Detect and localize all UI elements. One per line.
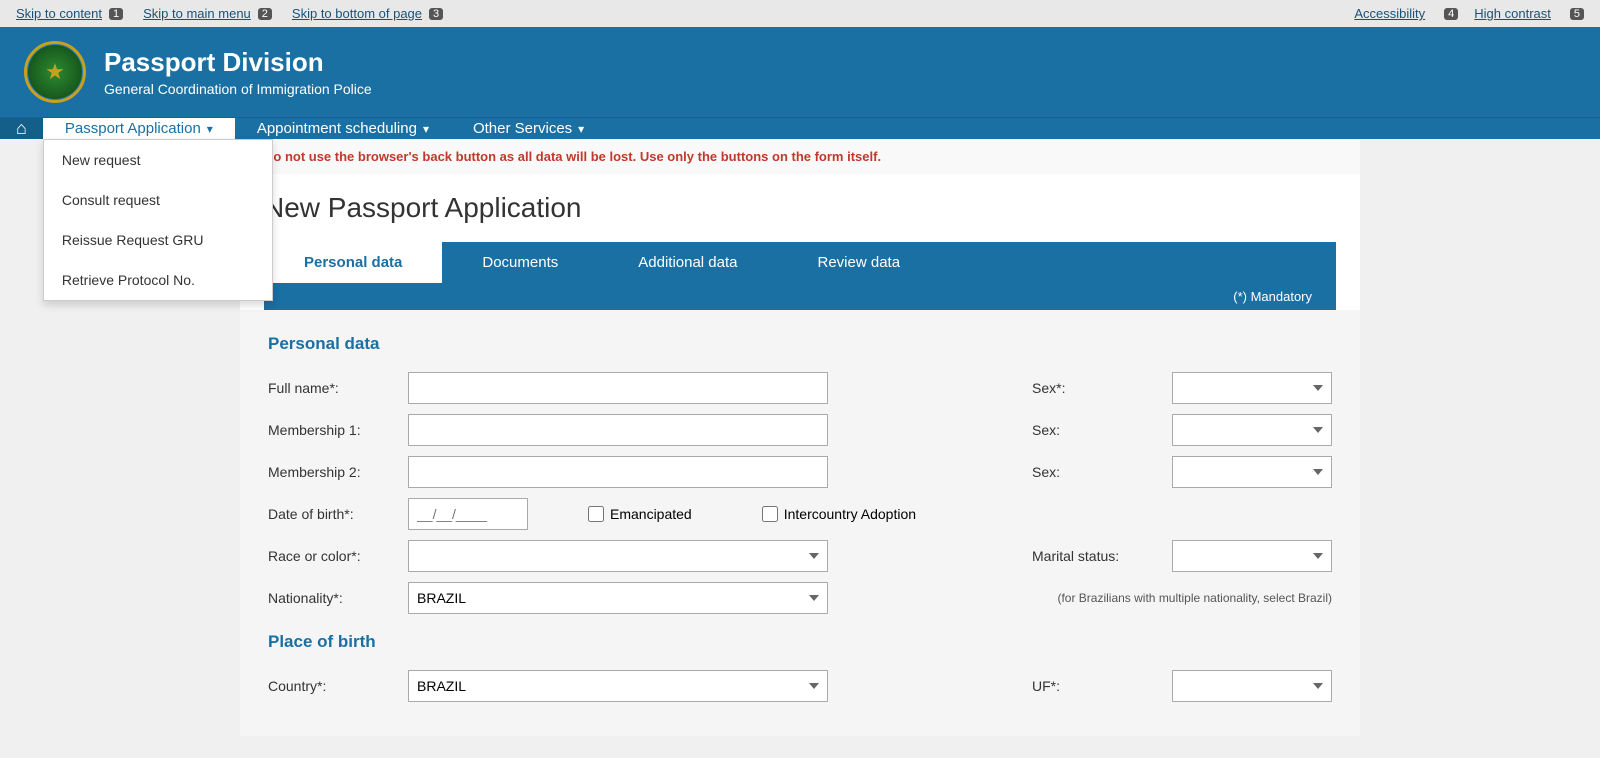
- skip-num-2: 2: [258, 8, 272, 20]
- emancipated-checkbox[interactable]: [588, 506, 604, 522]
- skip-num-4: 4: [1444, 8, 1458, 20]
- dropdown-consult-request[interactable]: Consult request: [44, 180, 272, 220]
- fullname-row: Full name*: Sex*:: [268, 372, 1332, 404]
- dropdown-reissue-request[interactable]: Reissue Request GRU: [44, 220, 272, 260]
- nav-passport-label: Passport Application: [65, 120, 201, 137]
- marital-label: Marital status:: [1032, 548, 1162, 564]
- country-uf-row: Country*: BRAZIL UF*:: [268, 670, 1332, 702]
- tab-documents[interactable]: Documents: [442, 242, 598, 283]
- main-wrapper: Do not use the browser's back button as …: [240, 139, 1360, 736]
- skip-to-content[interactable]: Skip to content: [16, 6, 102, 21]
- high-contrast-link[interactable]: High contrast: [1474, 6, 1551, 21]
- warning-bar: Do not use the browser's back button as …: [240, 139, 1360, 174]
- nav-appointment-scheduling[interactable]: Appointment scheduling ▾: [235, 118, 451, 139]
- nationality-row: Nationality*: BRAZIL (for Brazilians wit…: [268, 582, 1332, 614]
- header-title: Passport Division: [104, 47, 372, 78]
- page-title-area: New Passport Application Personal data D…: [240, 174, 1360, 310]
- header: Passport Division General Coordination o…: [0, 27, 1600, 117]
- membership1-row: Membership 1: Sex:: [268, 414, 1332, 446]
- mandatory-bar: (*) Mandatory: [264, 283, 1336, 310]
- accessibility-link[interactable]: Accessibility: [1354, 6, 1425, 21]
- skip-right-links: Accessibility 4 High contrast 5: [1354, 6, 1584, 21]
- home-icon: ⌂: [16, 118, 27, 139]
- nav-home-button[interactable]: ⌂: [0, 118, 43, 139]
- sex3-select[interactable]: [1172, 456, 1332, 488]
- form-area: Personal data Full name*: Sex*: Membersh…: [240, 310, 1360, 736]
- dob-label: Date of birth*:: [268, 506, 398, 522]
- marital-note: (for Brazilians with multiple nationalit…: [1057, 591, 1332, 605]
- page-title: New Passport Application: [264, 192, 1336, 224]
- nationality-label: Nationality*:: [268, 590, 398, 606]
- skip-num-5: 5: [1570, 8, 1584, 20]
- skip-to-bottom[interactable]: Skip to bottom of page: [292, 6, 422, 21]
- membership2-label: Membership 2:: [268, 464, 398, 480]
- nav-passport-arrow: ▾: [207, 122, 213, 136]
- tab-additional-data[interactable]: Additional data: [598, 242, 777, 283]
- sex3-label: Sex:: [1032, 464, 1162, 480]
- emancipated-label: Emancipated: [610, 506, 692, 522]
- nav-other-label: Other Services: [473, 120, 572, 137]
- nav-passport-application[interactable]: Passport Application ▾ New request Consu…: [43, 118, 235, 139]
- tab-review-data[interactable]: Review data: [778, 242, 941, 283]
- tabs-bar: Personal data Documents Additional data …: [264, 242, 1336, 283]
- membership1-input[interactable]: [408, 414, 828, 446]
- nav-appointment-label: Appointment scheduling: [257, 120, 417, 137]
- country-select[interactable]: BRAZIL: [408, 670, 828, 702]
- nav-other-services[interactable]: Other Services ▾: [451, 118, 606, 139]
- sex1-select[interactable]: [1172, 372, 1332, 404]
- warning-text: Do not use the browser's back button as …: [264, 149, 881, 164]
- nationality-select[interactable]: BRAZIL: [408, 582, 828, 614]
- dob-row: Date of birth*: Emancipated Intercountry…: [268, 498, 1332, 530]
- intercountry-label: Intercountry Adoption: [784, 506, 916, 522]
- logo: [24, 41, 86, 103]
- tab-personal-data[interactable]: Personal data: [264, 242, 442, 283]
- skip-num-1: 1: [109, 8, 123, 20]
- skip-links: Skip to content 1 Skip to main menu 2 Sk…: [16, 6, 443, 21]
- membership2-row: Membership 2: Sex:: [268, 456, 1332, 488]
- skip-to-main-menu[interactable]: Skip to main menu: [143, 6, 251, 21]
- nav-appointment-arrow: ▾: [423, 122, 429, 136]
- intercountry-checkbox[interactable]: [762, 506, 778, 522]
- skip-num-3: 3: [429, 8, 443, 20]
- personal-data-title: Personal data: [268, 334, 1332, 354]
- passport-dropdown: New request Consult request Reissue Requ…: [43, 139, 273, 301]
- nav-other-arrow: ▾: [578, 122, 584, 136]
- mandatory-label: (*) Mandatory: [1233, 289, 1312, 304]
- header-text: Passport Division General Coordination o…: [104, 47, 372, 97]
- place-of-birth-title: Place of birth: [268, 632, 1332, 652]
- race-marital-row: Race or color*: Marital status:: [268, 540, 1332, 572]
- sex2-label: Sex:: [1032, 422, 1162, 438]
- header-subtitle: General Coordination of Immigration Poli…: [104, 81, 372, 97]
- logo-inner: [28, 45, 82, 99]
- race-select[interactable]: [408, 540, 828, 572]
- sex1-label: Sex*:: [1032, 380, 1162, 396]
- membership1-label: Membership 1:: [268, 422, 398, 438]
- fullname-label: Full name*:: [268, 380, 398, 396]
- nav-bar: ⌂ Passport Application ▾ New request Con…: [0, 117, 1600, 139]
- membership2-input[interactable]: [408, 456, 828, 488]
- dob-input[interactable]: [408, 498, 528, 530]
- race-label: Race or color*:: [268, 548, 398, 564]
- dropdown-retrieve-protocol[interactable]: Retrieve Protocol No.: [44, 260, 272, 300]
- uf-select[interactable]: [1172, 670, 1332, 702]
- marital-select[interactable]: [1172, 540, 1332, 572]
- sex2-select[interactable]: [1172, 414, 1332, 446]
- place-of-birth-section: Place of birth Country*: BRAZIL UF*:: [268, 632, 1332, 702]
- uf-label: UF*:: [1032, 678, 1162, 694]
- skip-bar: Skip to content 1 Skip to main menu 2 Sk…: [0, 0, 1600, 27]
- country-label: Country*:: [268, 678, 398, 694]
- dropdown-new-request[interactable]: New request: [44, 140, 272, 180]
- fullname-input[interactable]: [408, 372, 828, 404]
